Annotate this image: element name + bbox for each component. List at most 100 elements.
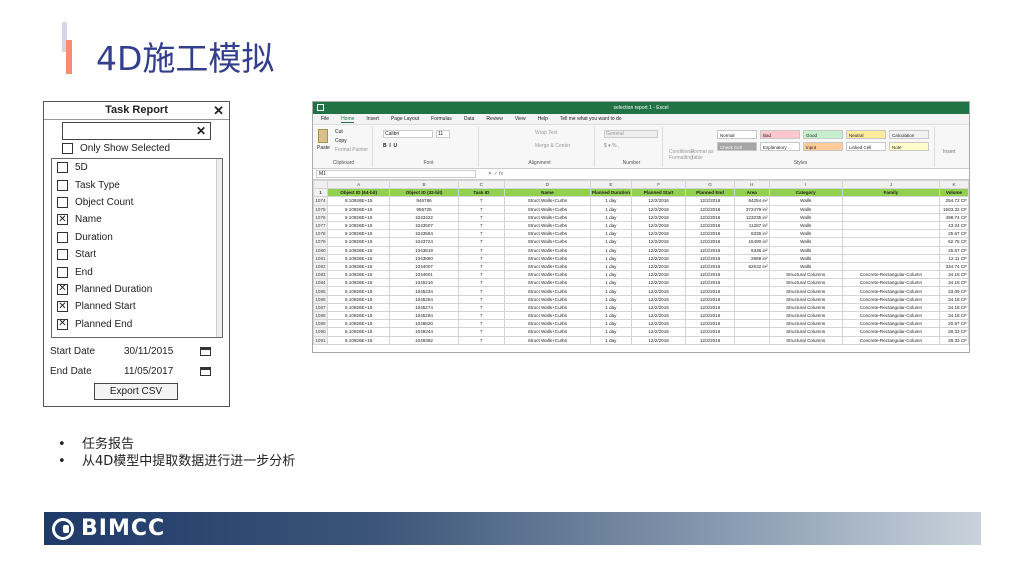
table-cell[interactable] xyxy=(841,261,940,272)
table-cell[interactable]: 8.10926E+15 xyxy=(326,302,391,313)
table-cell[interactable] xyxy=(733,327,770,337)
table-cell[interactable]: 12/2/2016 xyxy=(630,270,687,280)
field-option[interactable]: End xyxy=(52,263,222,280)
column-letter[interactable]: B xyxy=(389,179,459,190)
table-cell[interactable]: 12/2/2016 xyxy=(630,212,687,222)
table-cell[interactable] xyxy=(733,294,770,304)
table-cell[interactable]: 43.24 CF xyxy=(938,220,969,231)
table-cell[interactable]: 12/2/2016 xyxy=(685,278,735,288)
table-cell[interactable]: 12/2/2016 xyxy=(685,196,735,206)
table-cell[interactable]: 25.67 CF xyxy=(938,245,969,255)
table-cell[interactable]: Struct Walls+Curbs xyxy=(503,319,591,329)
table-cell[interactable]: 7 xyxy=(457,220,505,231)
ribbon-tab[interactable]: File xyxy=(321,116,329,122)
table-cell[interactable]: 34.18 CF xyxy=(938,270,969,280)
table-cell[interactable]: 34.18 CF xyxy=(938,294,969,304)
cell-style-option[interactable]: Explanatory ... xyxy=(760,142,800,151)
select-all-corner[interactable] xyxy=(313,179,328,190)
table-cell[interactable] xyxy=(733,286,770,296)
table-cell[interactable]: Struct Walls+Curbs xyxy=(503,220,591,231)
table-cell[interactable]: Struct Walls+Curbs xyxy=(503,286,591,296)
header-cell[interactable]: Volume xyxy=(938,188,969,198)
wrap-text-button[interactable]: Wrap Text xyxy=(535,130,557,136)
table-cell[interactable]: 8.10926E+15 xyxy=(326,278,391,288)
table-cell[interactable]: 1 day xyxy=(589,245,632,255)
table-cell[interactable]: 12/2/2016 xyxy=(630,327,687,337)
cell-style-option[interactable]: Bad xyxy=(760,130,800,139)
table-cell[interactable]: 946786 xyxy=(389,196,459,206)
row-number[interactable]: 1078 xyxy=(313,229,328,239)
table-cell[interactable]: 1043422 xyxy=(389,212,459,222)
row-number[interactable]: 1074 xyxy=(313,196,328,206)
header-cell[interactable]: Planned Duration xyxy=(589,188,632,198)
field-option[interactable]: ✕ Planned Duration xyxy=(52,281,222,298)
table-cell[interactable]: Walls xyxy=(768,212,843,222)
table-cell[interactable]: Concrete-Rectangular-Column xyxy=(841,294,940,304)
table-cell[interactable]: Structural Columns xyxy=(768,319,843,329)
table-cell[interactable]: 12/2/2016 xyxy=(630,237,687,247)
cut-button[interactable]: Cut xyxy=(335,129,343,135)
table-cell[interactable]: Concrete-Rectangular-Column xyxy=(841,302,940,313)
table-cell[interactable]: 1 day xyxy=(589,237,632,247)
table-cell[interactable]: 12/2/2016 xyxy=(685,253,735,263)
row-number[interactable]: 1084 xyxy=(313,278,328,288)
table-cell[interactable]: Struct Walls+Curbs xyxy=(503,270,591,280)
currency-icon[interactable]: $ ▾ % , xyxy=(604,143,619,149)
ribbon-tab[interactable]: Insert xyxy=(366,116,379,122)
table-cell[interactable]: 6336 in² xyxy=(733,229,770,239)
field-list[interactable]: 5D Task Type Object Count ✕ Name Duration Star… xyxy=(51,158,223,338)
table-cell[interactable]: 8.10926E+15 xyxy=(326,245,391,255)
table-cell[interactable]: Structural Columns xyxy=(768,335,843,345)
header-cell[interactable]: Name xyxy=(503,188,591,198)
column-letter[interactable]: A xyxy=(326,179,391,190)
calendar-icon[interactable] xyxy=(200,367,211,376)
close-icon[interactable]: ✕ xyxy=(213,102,224,119)
format-painter-button[interactable]: Format Painter xyxy=(335,147,368,153)
field-checkbox[interactable] xyxy=(57,179,68,191)
table-cell[interactable]: 7 xyxy=(457,261,505,272)
bold-icon[interactable]: B I U xyxy=(383,143,397,149)
table-cell[interactable] xyxy=(841,212,940,222)
only-show-selected-checkbox[interactable] xyxy=(62,143,73,154)
table-cell[interactable]: 12/2/2016 xyxy=(630,196,687,206)
table-cell[interactable]: 1043724 xyxy=(389,237,459,247)
calendar-icon[interactable] xyxy=(200,347,211,356)
table-cell[interactable]: 1043507 xyxy=(389,220,459,231)
table-cell[interactable]: Walls xyxy=(768,261,843,272)
table-cell[interactable]: 12/2/2016 xyxy=(630,220,687,231)
table-cell[interactable]: Concrete-Rectangular-Column xyxy=(841,335,940,345)
header-cell[interactable]: Object ID (32-bit) xyxy=(389,188,459,198)
table-cell[interactable]: 7 xyxy=(457,196,505,206)
table-cell[interactable]: 372479 in² xyxy=(733,204,770,214)
table-cell[interactable]: 12/2/2016 xyxy=(685,229,735,239)
field-option[interactable]: Start xyxy=(52,246,222,263)
table-cell[interactable]: 12/2/2016 xyxy=(685,286,735,296)
field-list-scrollbar[interactable] xyxy=(216,159,222,337)
table-cell[interactable]: 7 xyxy=(457,286,505,296)
table-cell[interactable]: 8.10926E+15 xyxy=(326,196,391,206)
table-cell[interactable]: 8.10926E+15 xyxy=(326,261,391,272)
insert-cells-button[interactable]: Insert xyxy=(943,149,956,155)
table-cell[interactable]: 12/2/2016 xyxy=(630,278,687,288)
row-number[interactable]: 1085 xyxy=(313,286,328,296)
table-cell[interactable]: 64254 in² xyxy=(733,196,770,206)
field-checkbox[interactable]: ✕ xyxy=(57,283,68,295)
table-cell[interactable] xyxy=(841,229,940,239)
table-cell[interactable]: 25.67 CF xyxy=(938,229,969,239)
row-number[interactable]: 1090 xyxy=(313,327,328,337)
table-cell[interactable]: 955725 xyxy=(389,204,459,214)
table-cell[interactable] xyxy=(733,310,770,321)
table-cell[interactable]: Struct Walls+Curbs xyxy=(503,310,591,321)
column-letter[interactable]: E xyxy=(589,179,632,190)
table-cell[interactable]: 1 day xyxy=(589,212,632,222)
header-cell[interactable]: Planned Start xyxy=(630,188,687,198)
table-cell[interactable]: Walls xyxy=(768,220,843,231)
table-cell[interactable]: 28.33 CF xyxy=(938,327,969,337)
field-option[interactable]: Object Count xyxy=(52,194,222,211)
row-number[interactable]: 1087 xyxy=(313,302,328,313)
cell-style-option[interactable]: Check Cell xyxy=(717,142,757,151)
table-cell[interactable]: 12/2/2016 xyxy=(685,310,735,321)
table-cell[interactable]: 8.10926E+15 xyxy=(326,220,391,231)
header-cell[interactable]: Object ID (64-bit) xyxy=(326,188,391,198)
table-cell[interactable]: Struct Walls+Curbs xyxy=(503,302,591,313)
